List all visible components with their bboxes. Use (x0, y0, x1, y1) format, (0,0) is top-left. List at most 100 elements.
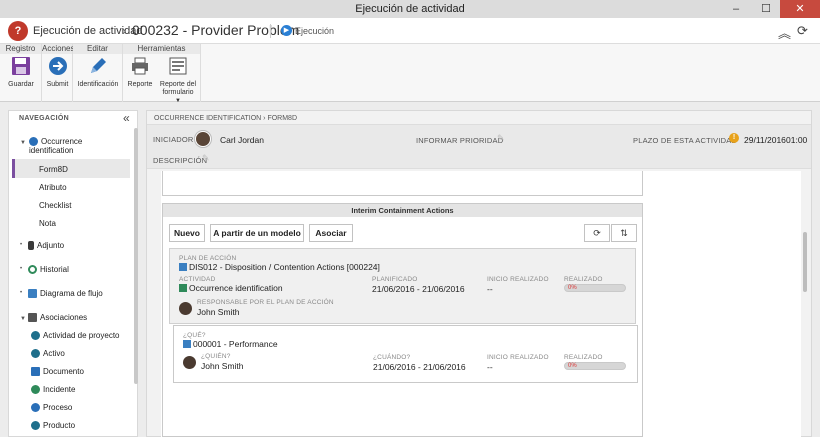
initiator-label: INICIADOR (153, 135, 194, 144)
when-label: ¿CUÁNDO? (373, 354, 411, 361)
sidebar-item-label: Diagrama de flujo (40, 289, 103, 298)
avatar (183, 356, 196, 369)
description-label: DESCRIPCIÓN (153, 156, 208, 165)
collapse-left-icon[interactable]: « (123, 111, 130, 125)
progress-value: 0% (568, 363, 577, 369)
history-icon (28, 265, 37, 275)
deadline-time: 01:00 (786, 135, 808, 145)
warning-icon: ! (729, 133, 739, 143)
printer-icon (130, 56, 150, 76)
minimize-button[interactable]: – (722, 0, 750, 18)
report-button[interactable]: Reporte (125, 56, 155, 89)
plan-value[interactable]: DIS012 - Disposition / Contention Action… (179, 262, 380, 272)
start-label: INICIO REALIZADO (487, 276, 549, 283)
sidebar-item-documento[interactable]: Documento (31, 367, 84, 377)
sidebar-item-occurrence[interactable]: Occurrence identification (29, 137, 119, 155)
section-title: Interim Containment Actions (163, 204, 642, 217)
save-icon (11, 56, 31, 76)
plan-label: PLAN DE ACCIÓN (179, 255, 237, 262)
process-icon (31, 403, 40, 413)
paperclip-icon (28, 241, 34, 251)
sidebar-item-producto[interactable]: Producto (31, 421, 75, 431)
breadcrumb-item[interactable]: OCCURRENCE IDENTIFICATION (154, 115, 261, 122)
document-icon (31, 367, 40, 377)
bullet-icon: • (20, 266, 23, 272)
collapse-up-icon[interactable]: ︽ (778, 23, 791, 42)
sidebar-scrollbar[interactable] (134, 128, 138, 384)
sidebar-item-actividad-proyecto[interactable]: Actividad de proyecto (31, 331, 120, 341)
avatar (179, 302, 192, 315)
sidebar-item-label: Atributo (39, 183, 67, 192)
sidebar-item-adjunto[interactable]: Adjunto (28, 241, 64, 251)
form-report-label: Reporte del formulario (159, 81, 197, 96)
chevron-right-icon: › (122, 23, 127, 38)
window-title: Ejecución de actividad (355, 3, 465, 15)
breadcrumb-item: FORM8D (267, 115, 298, 122)
sidebar-item-label: Actividad de proyecto (43, 331, 120, 340)
refresh-icon[interactable]: ⟳ (584, 224, 610, 242)
sidebar-item-label: Form8D (39, 165, 68, 174)
window-titlebar: Ejecución de actividad (0, 0, 820, 18)
identification-button[interactable]: Identificación (75, 56, 121, 89)
sidebar-item-diagrama[interactable]: Diagrama de flujo (28, 289, 103, 299)
save-button[interactable]: Guardar (4, 56, 38, 89)
submit-arrow-icon (48, 56, 68, 76)
associate-button[interactable]: Asociar (309, 224, 353, 242)
sidebar-item-label: Historial (40, 265, 69, 274)
owner-value: John Smith (197, 307, 240, 317)
sidebar-item-label: Incidente (43, 385, 76, 394)
sidebar-item-historial[interactable]: Historial (28, 265, 69, 275)
activity-info-bar: INICIADOR Carl Jordan INFORMAR PRIORIDAD… (147, 124, 811, 169)
sidebar-item-atributo[interactable]: Atributo (39, 183, 67, 192)
sidebar-item-checklist[interactable]: Checklist (39, 201, 71, 210)
breadcrumb: OCCURRENCE IDENTIFICATION › FORM8D (154, 115, 297, 122)
expand-arrow-icon[interactable]: ▼ (20, 140, 26, 146)
submit-button[interactable]: Submit (43, 56, 72, 89)
sidebar-item-incidente[interactable]: Incidente (31, 385, 76, 395)
activity-value-text: Occurrence identification (189, 283, 283, 293)
group-label: Acciones (42, 44, 75, 54)
owner-label: RESPONSABLE POR EL PLAN DE ACCIÓN (197, 299, 334, 306)
sidebar-item-activo[interactable]: Activo (31, 349, 65, 359)
what-value: 000001 - Performance (183, 339, 278, 349)
chevron-down-icon[interactable]: ▼ (157, 97, 199, 105)
progress-value: 0% (568, 285, 577, 291)
sidebar-item-proceso[interactable]: Proceso (31, 403, 73, 413)
sort-icon[interactable]: ⇅ (611, 224, 637, 242)
action-card[interactable]: ¿QUÉ? 000001 - Performance ¿QUIÉN? John … (173, 325, 638, 383)
main-scrollbar[interactable] (803, 232, 807, 292)
report-label: Reporte (127, 81, 153, 88)
activity-label: ACTIVIDAD (179, 276, 216, 283)
sidebar-item-label: Proceso (43, 403, 73, 412)
edit-pencil-icon[interactable]: ✎ (497, 133, 505, 144)
sidebar-item-nota[interactable]: Nota (39, 219, 56, 228)
refresh-icon[interactable]: ⟳ (797, 23, 808, 39)
main-panel: OCCURRENCE IDENTIFICATION › FORM8D INICI… (146, 110, 812, 437)
save-label: Guardar (8, 81, 34, 88)
expand-arrow-icon[interactable]: ▼ (20, 316, 26, 322)
from-model-button[interactable]: A partir de un modelo (210, 224, 304, 242)
sidebar-item-asociaciones[interactable]: Asociaciones (28, 313, 87, 323)
ribbon-group-registro: Registro Guardar (0, 44, 42, 102)
maximize-button[interactable]: ☐ (752, 0, 780, 18)
asset-icon (31, 349, 40, 359)
header-divider (270, 24, 271, 38)
who-label: ¿QUIÉN? (201, 353, 231, 360)
planned-label: PLANIFICADO (372, 276, 418, 283)
action-plan-card[interactable]: PLAN DE ACCIÓN DIS012 - Disposition / Co… (169, 248, 636, 324)
bullet-icon: • (20, 242, 23, 248)
when-value: 21/06/2016 - 21/06/2016 (373, 362, 466, 372)
close-button[interactable]: ✕ (780, 0, 820, 18)
sidebar-item-form8d[interactable]: Form8D (39, 165, 68, 174)
description-textbox[interactable] (162, 171, 643, 196)
priority-label: INFORMAR PRIORIDAD (416, 136, 504, 145)
flow-icon (28, 289, 37, 299)
edit-pencil-icon[interactable]: ✎ (202, 153, 210, 164)
ribbon-group-herramientas: Herramientas Reporte Reporte del formula… (123, 44, 201, 105)
sidebar-heading: NAVEGACIÓN (19, 115, 69, 122)
incident-icon (31, 385, 40, 395)
form-report-button[interactable]: Reporte del formulario ▼ (157, 56, 199, 105)
plan-value-text: DIS012 - Disposition / Contention Action… (189, 262, 380, 272)
new-button[interactable]: Nuevo (169, 224, 205, 242)
deadline-date: 29/11/2016 (744, 135, 786, 145)
